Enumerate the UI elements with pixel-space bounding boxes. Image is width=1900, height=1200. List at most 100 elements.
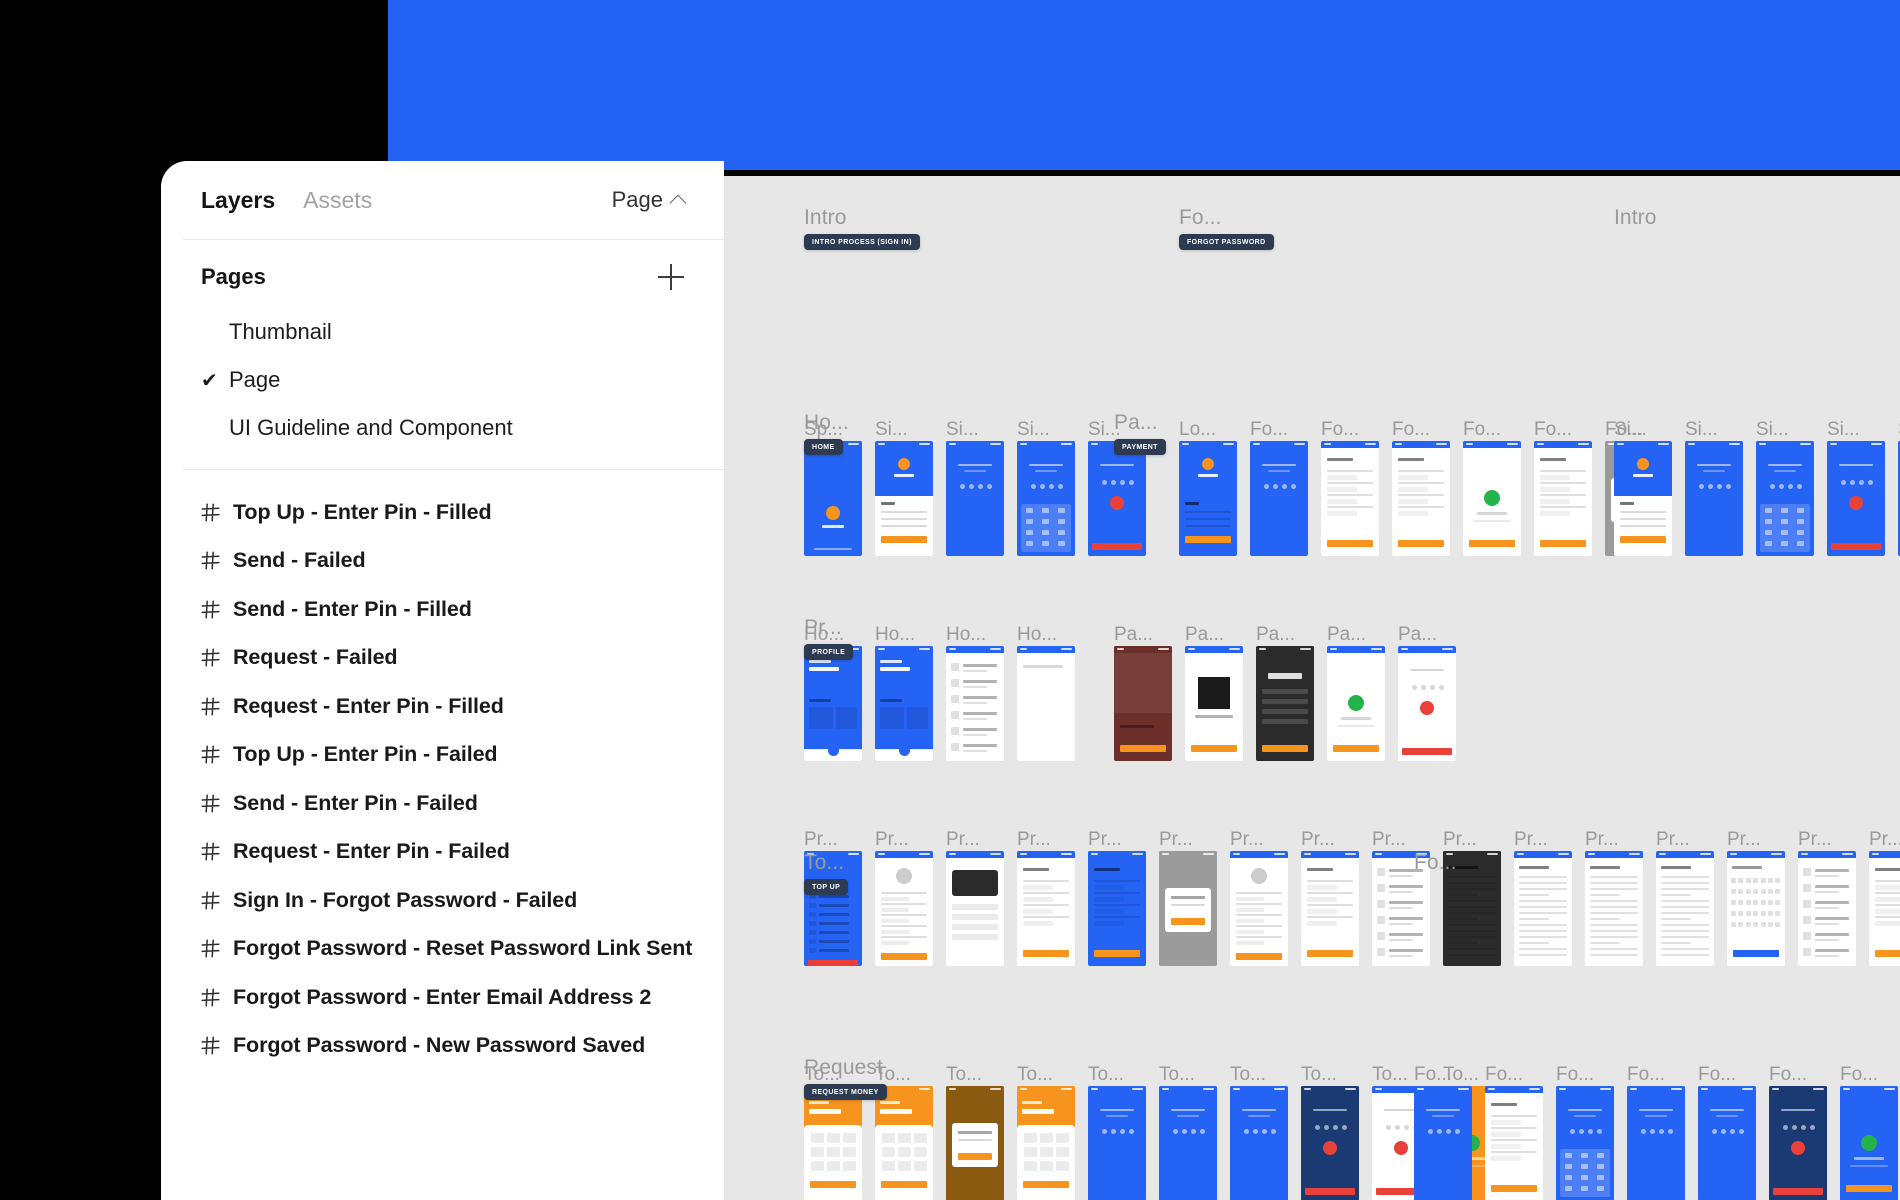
layer-item[interactable]: Sign In - Forgot Password - Failed [161,876,724,925]
frame-thumbnail[interactable] [1534,441,1592,556]
frame-label[interactable]: Si... [1614,419,1647,441]
tab-layers[interactable]: Layers [201,187,275,214]
figma-canvas[interactable]: Sp... Si... Si... Si... Si... Lo... Fo... Fo...… [724,176,1900,1200]
layer-item[interactable]: Send - Enter Pin - Filled [161,585,724,634]
frame-label[interactable]: Pa... [1114,624,1153,646]
frame-thumbnail[interactable] [1256,646,1314,761]
frame-label[interactable]: Pr... [1301,829,1335,851]
frame-thumbnail[interactable] [1179,441,1237,556]
frame-thumbnail[interactable] [875,441,933,556]
frame-label[interactable]: Si... [1756,419,1789,441]
frame-label[interactable]: Pa... [1256,624,1295,646]
frame-thumbnail[interactable] [875,646,933,761]
frame-thumbnail[interactable] [1840,1086,1898,1200]
frame-thumbnail[interactable] [1250,441,1308,556]
frame-label[interactable]: To... [1372,1064,1408,1086]
frame-thumbnail[interactable] [1556,1086,1614,1200]
frame-thumbnail[interactable] [1698,1086,1756,1200]
frame-label[interactable]: To... [1017,1064,1053,1086]
plus-icon[interactable] [658,264,684,290]
frame-thumbnail[interactable] [946,646,1004,761]
layer-item[interactable]: Request - Enter Pin - Filled [161,682,724,731]
frame-thumbnail[interactable] [1017,441,1075,556]
frame-label[interactable]: Ho... [875,624,915,646]
frame-label[interactable]: Pa... [1327,624,1366,646]
frame-thumbnail[interactable] [946,851,1004,966]
frame-label[interactable]: Fo... [1840,1064,1878,1086]
fab-icon[interactable] [828,745,839,756]
frame-thumbnail[interactable] [946,1086,1004,1200]
frame-thumbnail[interactable] [1514,851,1572,966]
layer-item[interactable]: Forgot Password - Enter Email Address 2 [161,973,724,1022]
frame-label[interactable]: Pr... [1372,829,1406,851]
frame-thumbnail[interactable] [1114,646,1172,761]
frame-thumbnail[interactable] [1017,646,1075,761]
frame-label[interactable]: Pr... [1230,829,1264,851]
group-title[interactable]: Ho... [804,411,849,435]
frame-label[interactable]: Ho... [1017,624,1057,646]
frame-thumbnail[interactable] [1017,1086,1075,1200]
frame-label[interactable]: Pr... [1017,829,1051,851]
frame-thumbnail[interactable] [1159,851,1217,966]
frame-label[interactable]: To... [1301,1064,1337,1086]
frame-thumbnail[interactable] [1159,1086,1217,1200]
layer-item[interactable]: Forgot Password - New Password Saved [161,1022,724,1071]
layer-item[interactable]: Request - Failed [161,634,724,683]
group-title[interactable]: Pr... [804,616,842,640]
frame-label[interactable]: Pr... [1727,829,1761,851]
frame-label[interactable]: Si... [946,419,979,441]
frame-label[interactable]: Fo... [1485,1064,1523,1086]
frame-thumbnail[interactable] [804,646,862,761]
frame-thumbnail[interactable] [1656,851,1714,966]
page-item[interactable]: Thumbnail [161,308,724,356]
frame-thumbnail[interactable] [1017,851,1075,966]
page-item[interactable]: UI Guideline and Component [161,404,724,452]
frame-label[interactable]: Fo... [1556,1064,1594,1086]
frame-thumbnail[interactable] [804,441,862,556]
frame-thumbnail[interactable] [1756,441,1814,556]
frame-label[interactable]: Fo... [1534,419,1572,441]
frame-label[interactable]: Fo... [1627,1064,1665,1086]
frame-thumbnail[interactable] [1585,851,1643,966]
layer-item[interactable]: Forgot Password - Reset Password Link Se… [161,925,724,974]
group-title[interactable]: Fo... [1414,851,1457,875]
page-selector[interactable]: Page [612,187,687,213]
layer-item[interactable]: Send - Failed [161,537,724,586]
frame-thumbnail[interactable] [946,441,1004,556]
frame-label[interactable]: Pa... [1398,624,1437,646]
frame-label[interactable]: Fo... [1414,1064,1452,1086]
group-title[interactable]: Fo... [1179,206,1222,230]
frame-label[interactable]: Si... [1685,419,1718,441]
frame-thumbnail[interactable] [1398,646,1456,761]
frame-label[interactable]: Pr... [1798,829,1832,851]
frame-label[interactable]: Si... [875,419,908,441]
frame-label[interactable]: Pr... [1585,829,1619,851]
layer-item[interactable]: Request - Enter Pin - Failed [161,828,724,877]
frame-label[interactable]: Pr... [804,829,838,851]
tab-assets[interactable]: Assets [303,187,372,214]
group-title[interactable]: Intro [1614,206,1657,230]
group-title[interactable]: To... [804,851,844,875]
frame-label[interactable]: Pr... [1656,829,1690,851]
frame-label[interactable]: Fo... [1463,419,1501,441]
frame-label[interactable]: Si... [1017,419,1050,441]
group-title[interactable]: Intro [804,206,847,230]
page-item[interactable]: ✔ Page [161,356,724,404]
modal-dialog[interactable] [1165,888,1211,932]
layer-item[interactable]: Top Up - Enter Pin - Filled [161,488,724,537]
frame-label[interactable]: Pr... [875,829,909,851]
frame-label[interactable]: Pr... [1514,829,1548,851]
frame-thumbnail[interactable] [1088,1086,1146,1200]
layer-item[interactable]: Send - Enter Pin - Failed [161,779,724,828]
frame-label[interactable]: Pa... [1185,624,1224,646]
frame-label[interactable]: Pr... [1443,829,1477,851]
frame-thumbnail[interactable] [1230,1086,1288,1200]
fab-icon[interactable] [899,745,910,756]
frame-thumbnail[interactable] [1769,1086,1827,1200]
frame-label[interactable]: To... [1230,1064,1266,1086]
frame-thumbnail[interactable] [1301,1086,1359,1200]
frame-label[interactable]: Fo... [1392,419,1430,441]
frame-label[interactable]: Pr... [1088,829,1122,851]
group-title[interactable]: Pa... [1114,411,1158,435]
frame-thumbnail[interactable] [1685,441,1743,556]
